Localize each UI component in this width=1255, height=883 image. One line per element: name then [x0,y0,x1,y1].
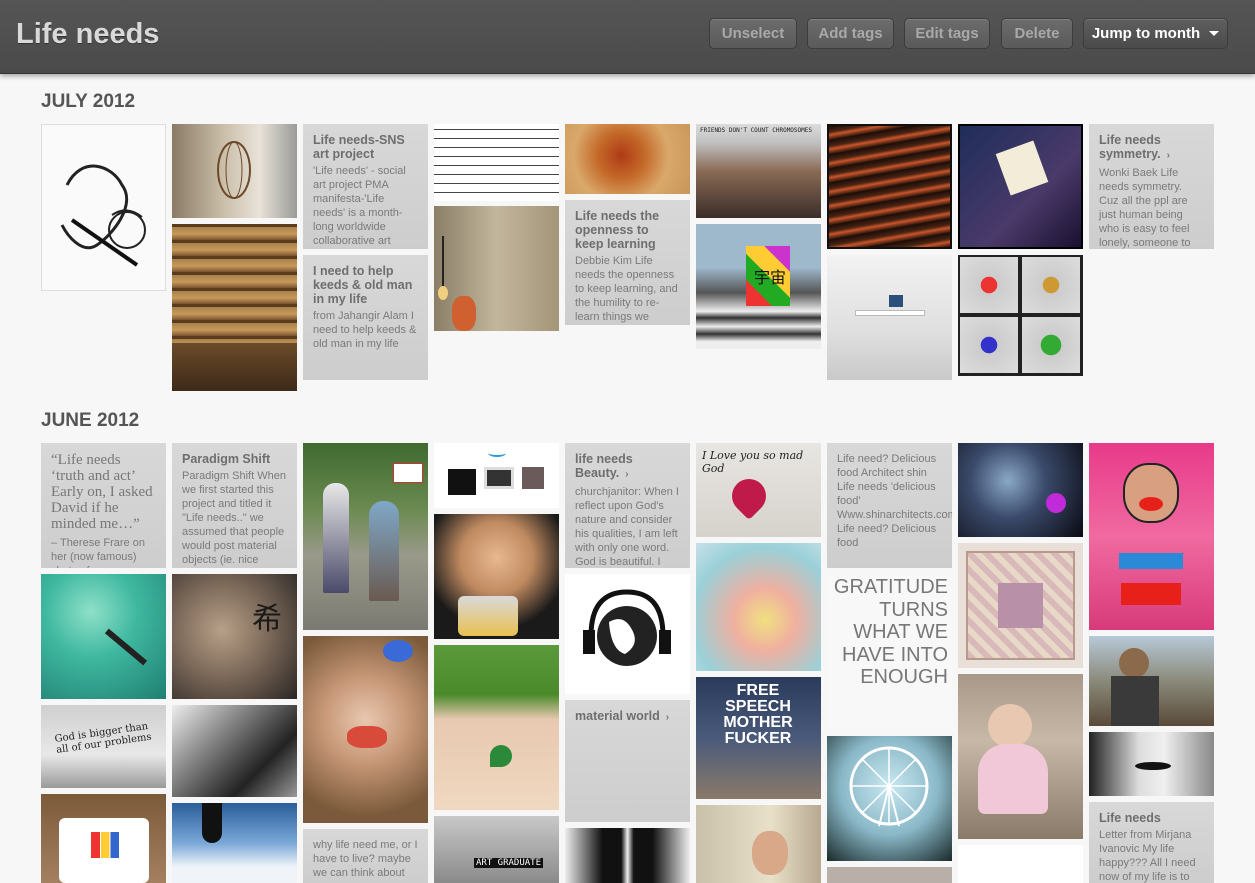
post-card[interactable]: Life needs symmetry. › Wonki Baek Life ne… [1089,124,1214,249]
photo-tile-mustache-bw[interactable] [1089,732,1214,796]
photo-tile-cake[interactable] [41,794,166,883]
photo-tile-clover-legs[interactable] [434,645,559,810]
month-heading-june: JUNE 2012 [41,410,140,431]
unselect-button[interactable]: Unselect [709,18,797,49]
post-card-text: 'Life needs' - social art project PMA ma… [313,165,406,247]
lamp-icon [217,141,251,199]
post-card-text: Wonki Baek Life needs symmetry. Cuz all … [1099,167,1191,249]
photo-tile-sea-boat[interactable] [41,574,166,699]
photo-tile-gratitude[interactable]: GRATITUDE TURNS WHAT WE HAVE INTO ENOUGH [827,574,952,730]
photo-tile-quilt[interactable] [958,543,1083,668]
photo-tile-heart-note[interactable]: I Love you so mad God [696,443,821,537]
photo-tile-crowd-bw[interactable] [172,705,297,797]
photo-tile-toddler-eating[interactable] [303,636,428,823]
post-card[interactable]: I need to help keeds & old man in my lif… [303,255,428,380]
post-card-title: Life needs-SNS art project [313,133,405,161]
chevron-right-icon: › [1166,150,1170,161]
jump-to-month-label: Jump to month [1091,25,1201,42]
photo-tile-headphones-globe[interactable] [565,574,690,694]
post-card-title: life needs Beauty. › [575,452,633,480]
top-bar: Life needs Unselect Add tags Edit tags D… [0,0,1255,74]
photo-tile-friends[interactable]: FRIENDS DON'T COUNT CHROMOSOMES [696,124,821,218]
post-card-text: from Jahangir Alam I need to help keeds … [313,310,417,350]
photo-tile-holding-hands[interactable] [565,828,690,883]
post-card-title: material world › [575,709,670,723]
photo-tile-handwriting[interactable] [434,124,559,201]
post-card-title: Life needs symmetry. › [1099,133,1170,161]
post-card-quote: “Life needs ‘truth and act’ Early on, I … [51,452,153,532]
photo-tile-free-speech[interactable]: FREE SPEECH MOTHER FUCKER [696,677,821,799]
photo-tile-children[interactable] [1089,636,1214,726]
photo-tile-wall-text[interactable]: God is bigger than all of our problems [41,705,166,788]
photo-tile-bulb-wall[interactable] [434,206,559,331]
photo-tile-sky[interactable] [172,803,297,883]
photo-tile-little-girl[interactable] [958,674,1083,839]
post-card-text: why life need me, or I have to live? may… [313,839,418,879]
photo-tile-white-desk[interactable] [827,255,952,380]
post-card[interactable]: “Life needs ‘truth and act’ Early on, I … [41,443,166,568]
protest-sign: FREE SPEECH MOTHER FUCKER [723,682,793,747]
photo-tile-mexican-art[interactable] [1089,443,1214,630]
photo-tile-beer-guy[interactable] [434,514,559,639]
jump-to-month-dropdown[interactable]: Jump to month [1083,18,1228,49]
delete-button[interactable]: Delete [1001,18,1073,49]
post-card[interactable]: why life need me, or I have to live? may… [303,829,428,883]
photo-tile-ferris-wheel[interactable] [827,736,952,861]
post-card-text: Life need? Delicious food Architect shin… [837,453,952,549]
photo-tile-partial[interactable] [827,867,952,883]
photo-tile-abstract-paint[interactable] [696,543,821,671]
photo-tile-painting[interactable] [565,124,690,194]
banner-text: 宇宙 [754,268,787,287]
photo-tile-superheroes[interactable] [958,255,1083,376]
ferris-wheel-icon [849,746,929,827]
photo-tile-partial-text[interactable] [958,845,1083,883]
post-card[interactable]: Life need? Delicious food Architect shin… [827,443,952,568]
note-text: I Love you so mad God [702,449,804,475]
tattoo-glyph: 希 [252,602,282,637]
photo-tile-tattoo[interactable]: 希 [172,574,297,699]
post-card-text: churchjanitor: When I reflect upon God's… [575,486,679,568]
photo-tile-note[interactable] [958,124,1083,249]
month-heading-july: JULY 2012 [41,91,136,112]
post-card-text: Debbie Kim Life needs the openness to ke… [575,255,678,323]
post-card[interactable]: Life needs-SNS art project 'Life needs' … [303,124,428,249]
add-tags-button[interactable]: Add tags [807,18,894,49]
caret-down-icon [1209,31,1220,36]
post-card-title: I need to help keeds & old man in my lif… [313,264,413,306]
headphones-globe-icon [583,589,671,666]
post-card-title: Life needs [1099,811,1161,825]
post-card-title: Paradigm Shift [182,452,271,466]
photo-tile-hands-night[interactable] [958,443,1083,537]
photo-tile-lamp[interactable] [172,124,297,218]
photo-tile-bookshelf[interactable] [172,224,297,391]
edit-tags-button[interactable]: Edit tags [904,18,990,49]
photo-tile-child-wall[interactable] [696,805,821,883]
photo-tile-street-shop[interactable]: ART GRADUATE [434,816,559,883]
photo-tile-devices[interactable] [434,443,559,508]
photo-tile-sketch[interactable] [41,124,166,291]
post-card[interactable]: life needs Beauty. › churchjanitor: When … [565,443,690,568]
sketch-drawing-icon [60,164,146,267]
post-card-title: Life needs the openness to keep learning [575,209,660,251]
photo-caption: FRIENDS DON'T COUNT CHROMOSOMES [700,127,812,134]
post-card[interactable]: Life needs the openness to keep learning… [565,200,690,325]
gratitude-text: GRATITUDE TURNS WHAT WE HAVE INTO ENOUGH [833,576,948,688]
post-card[interactable]: Paradigm Shift Paradigm Shift When we fi… [172,443,297,568]
post-card-text: – Therese Frare on her (now famous) shot… [51,537,145,568]
photo-tile-elderly-couple[interactable] [303,443,428,630]
app-title: Life needs [16,18,160,50]
photo-tile-crosswalk[interactable]: 宇宙 [696,224,821,349]
post-card-text: Letter from Mirjana Ivanovic My life hap… [1099,829,1196,883]
photo-tile-wood[interactable] [827,124,952,249]
chevron-right-icon: › [625,469,629,480]
chevron-right-icon: › [665,712,670,723]
shop-sign: ART GRADUATE [474,858,544,868]
post-card[interactable]: material world › [565,700,690,822]
post-card-text: Paradigm Shift When we first started thi… [182,470,286,566]
post-card[interactable]: Life needs Letter from Mirjana Ivanovic … [1089,802,1214,883]
wall-text: God is bigger than all of our problems [53,720,153,756]
